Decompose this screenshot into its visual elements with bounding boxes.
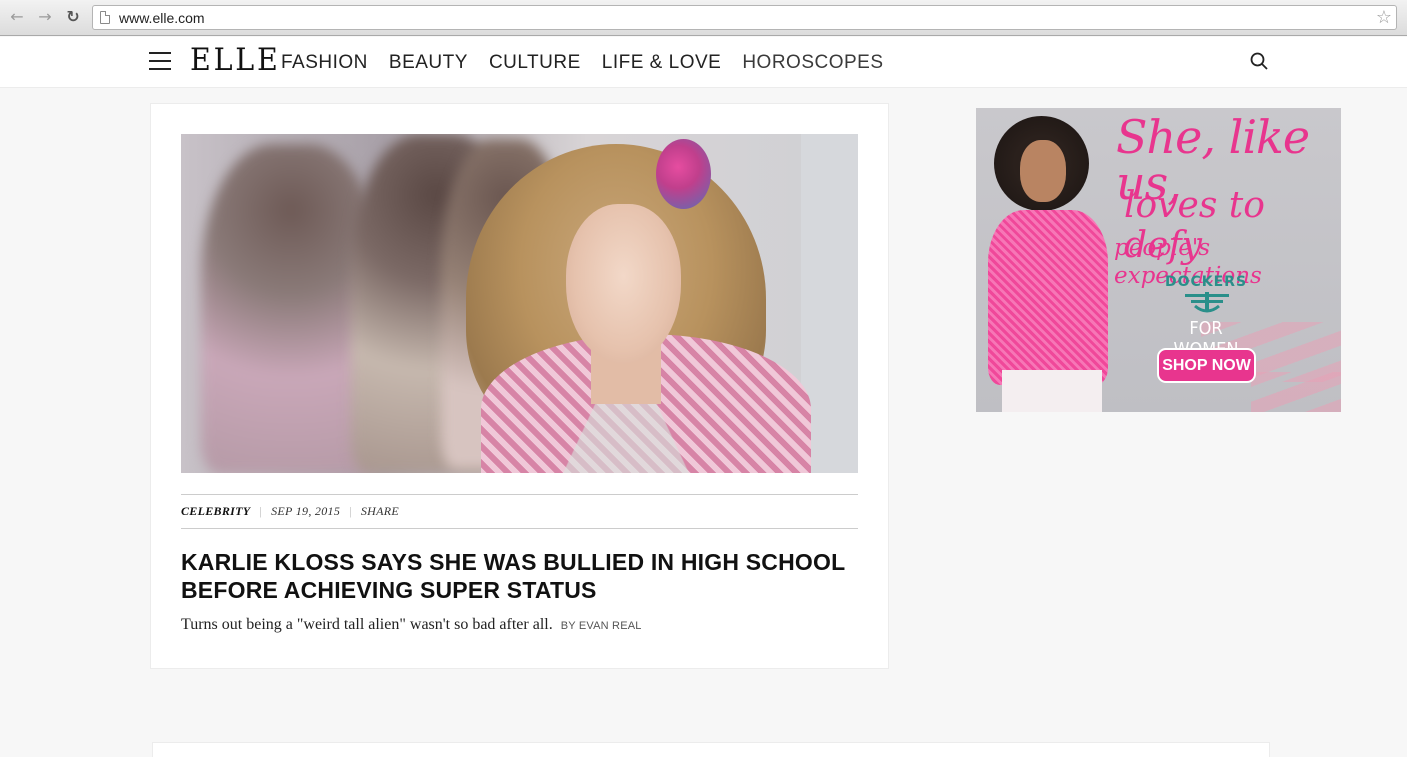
- site-header: ELLE FASHION BEAUTY CULTURE LIFE & LOVE …: [0, 37, 1407, 88]
- article-headline[interactable]: KARLIE KLOSS SAYS SHE WAS BULLIED IN HIG…: [181, 548, 858, 604]
- browser-toolbar: ← → ↻ www.elle.com ☆: [0, 0, 1407, 36]
- page-icon: [100, 11, 110, 24]
- bookmark-star-icon[interactable]: ☆: [1376, 7, 1392, 28]
- nav-fashion[interactable]: FASHION: [281, 52, 368, 74]
- byline[interactable]: BY EVAN REAL: [561, 620, 642, 632]
- anchor-icon: [1185, 292, 1229, 313]
- dek-text: Turns out being a "weird tall alien" was…: [181, 616, 553, 633]
- reload-button[interactable]: ↻: [63, 7, 83, 27]
- article-meta: CELEBRITY | SEP 19, 2015 | SHARE: [181, 494, 858, 529]
- main-nav: FASHION BEAUTY CULTURE LIFE & LOVE HOROS…: [281, 52, 884, 74]
- article-card[interactable]: CELEBRITY | SEP 19, 2015 | SHARE KARLIE …: [150, 103, 889, 669]
- search-icon[interactable]: [1250, 52, 1268, 70]
- share-link[interactable]: SHARE: [361, 504, 399, 519]
- category-link[interactable]: CELEBRITY: [181, 504, 250, 519]
- elle-logo[interactable]: ELLE: [190, 42, 281, 78]
- menu-icon[interactable]: [149, 52, 171, 70]
- nav-life-love[interactable]: LIFE & LOVE: [602, 52, 722, 74]
- dockers-ad[interactable]: She, like us, loves to defy people's exp…: [976, 108, 1341, 412]
- next-article-card[interactable]: [152, 742, 1270, 757]
- url-text[interactable]: www.elle.com: [119, 10, 205, 26]
- nav-horoscopes[interactable]: HOROSCOPES: [742, 52, 883, 74]
- nav-culture[interactable]: CULTURE: [489, 52, 581, 74]
- article-dek: Turns out being a "weird tall alien" was…: [181, 616, 642, 634]
- shop-now-button[interactable]: SHOP NOW: [1157, 348, 1256, 383]
- address-bar[interactable]: www.elle.com ☆: [92, 5, 1397, 30]
- dockers-logo: DOCKERS: [1164, 274, 1248, 290]
- nav-beauty[interactable]: BEAUTY: [389, 52, 468, 74]
- back-button[interactable]: ←: [7, 7, 27, 27]
- hero-image[interactable]: [181, 134, 858, 473]
- publish-date: SEP 19, 2015: [271, 504, 341, 518]
- forward-button[interactable]: →: [35, 7, 55, 27]
